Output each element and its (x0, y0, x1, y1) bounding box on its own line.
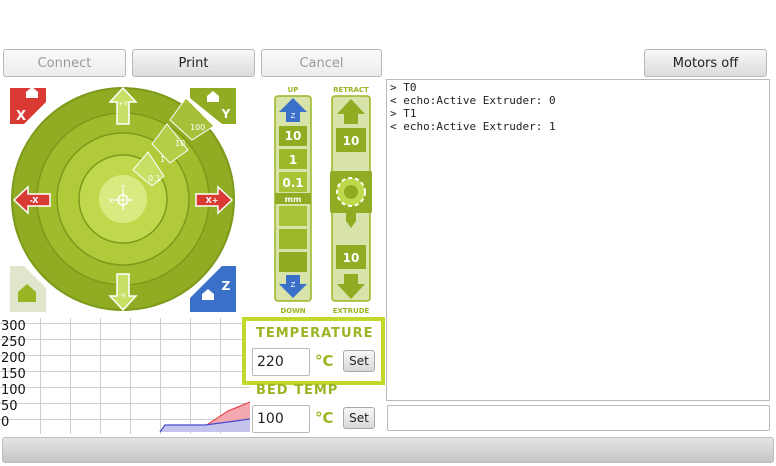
temperature-unit: °C (315, 352, 334, 370)
svg-text:Z: Z (291, 112, 296, 120)
print-button[interactable]: Print (132, 49, 255, 77)
console-log[interactable]: > T0 < echo:Active Extruder: 0 > T1 < echo:… (386, 79, 770, 401)
graph-y-label: 150 (1, 367, 26, 382)
temperature-graph (0, 318, 250, 434)
graph-y-label: 300 (1, 319, 26, 334)
retract-label: RETRACT (333, 86, 369, 94)
svg-text:Z: Z (291, 281, 296, 289)
xy-step-10-label: 10 (175, 139, 185, 148)
graph-y-label: 0 (1, 415, 10, 430)
z-down-label: DOWN (280, 307, 305, 315)
xy-step-1-label: 1 (160, 155, 165, 164)
temperature-title: TEMPERATURE (256, 326, 374, 341)
console-line: < echo:Active Extruder: 1 (390, 120, 556, 133)
extrude-amount-label: 10 (343, 251, 360, 265)
z-step-10-label: 10 (285, 129, 302, 143)
temperature-input[interactable]: 220 (252, 348, 310, 376)
svg-text:Y: Y (221, 107, 231, 121)
z-step-down-0-1[interactable] (279, 206, 307, 226)
bed-temp-title: BED TEMP (256, 383, 339, 398)
graph-y-label: 250 (1, 335, 26, 350)
xy-step-0-1-label: 0.1 (148, 174, 161, 183)
extruder-control: RETRACT 10 10 EXTRUDE (330, 86, 372, 315)
z-up-label: UP (288, 86, 299, 94)
svg-text:-X: -X (30, 196, 40, 205)
retract-amount-label: 10 (343, 134, 360, 148)
svg-text:X: X (16, 109, 26, 124)
bed-temp-input[interactable]: 100 (252, 405, 310, 433)
cancel-button[interactable]: Cancel (261, 49, 382, 77)
svg-text:Y: Y (120, 184, 126, 192)
z-step-down-10[interactable] (279, 252, 307, 272)
z-step-1-label: 1 (289, 153, 297, 167)
connect-button[interactable]: Connect (3, 49, 126, 77)
xy-step-100-label: 100 (190, 123, 205, 132)
z-step-0-1-label: 0.1 (282, 176, 303, 190)
svg-text:Z: Z (222, 279, 231, 293)
z-unit-label: mm (285, 195, 302, 204)
console-line: > T1 (390, 107, 417, 120)
svg-text:X+: X+ (206, 196, 219, 205)
extrude-label: EXTRUDE (333, 307, 370, 315)
z-step-down-1[interactable] (279, 229, 307, 249)
svg-text:-Y: -Y (120, 292, 127, 300)
graph-y-label: 50 (1, 399, 18, 414)
console-line: < echo:Active Extruder: 0 (390, 94, 556, 107)
console-line: > T0 (390, 81, 417, 94)
svg-text:X: X (109, 197, 114, 205)
home-x-button[interactable]: X (10, 87, 46, 124)
status-bar (2, 437, 774, 463)
graph-y-label: 200 (1, 351, 26, 366)
command-input[interactable] (387, 405, 770, 431)
svg-text:+Y: +Y (118, 100, 129, 108)
graph-y-label: 100 (1, 383, 26, 398)
bed-temp-set-button[interactable]: Set (343, 407, 375, 429)
temperature-set-button[interactable]: Set (343, 350, 375, 372)
z-jog-control: UP Z 10 1 0.1 mm Z DOWN (274, 86, 312, 315)
bed-temp-unit: °C (315, 409, 334, 427)
motors-off-button[interactable]: Motors off (644, 49, 767, 77)
xy-jog-control: 0.1 1 10 100 +Y -Y X+ -X Y X X Y Z (10, 86, 236, 312)
